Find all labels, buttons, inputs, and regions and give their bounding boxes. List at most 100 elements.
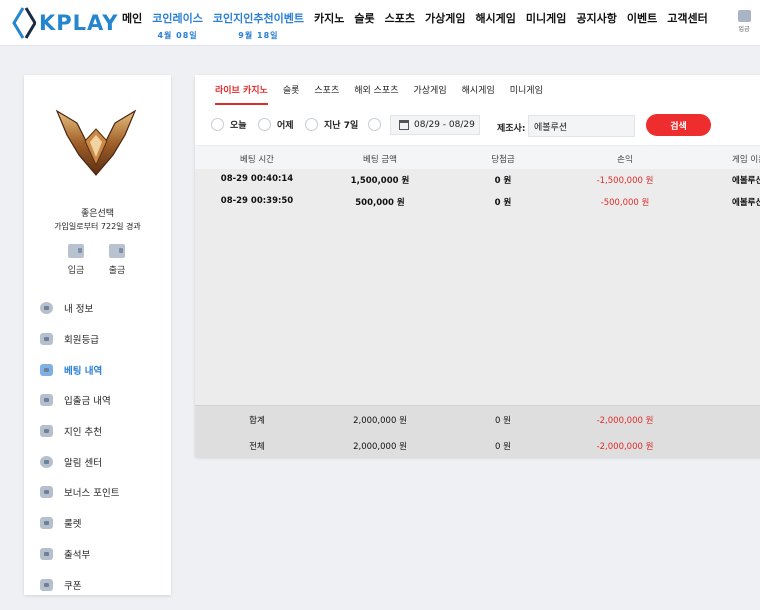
filter-today-radio[interactable]: 오늘 bbox=[211, 118, 247, 131]
sidebar-item-referral[interactable]: 지인 추천 bbox=[40, 416, 119, 447]
nav-customer-center[interactable]: 고객센터 bbox=[667, 11, 707, 27]
table-summary: 합계 2,000,000 원 0 원 -2,000,000 원 전체 2,000… bbox=[195, 405, 760, 457]
total-row: 전체 2,000,000 원 0 원 -2,000,000 원 bbox=[195, 432, 760, 458]
sidebar-item-label: 보너스 포인트 bbox=[64, 485, 119, 499]
sidebar-item-label: 출석부 bbox=[64, 547, 90, 561]
sidebar-item-coupon[interactable]: 쿠폰 bbox=[40, 569, 119, 600]
filter-today-label: 오늘 bbox=[230, 118, 247, 131]
wallet-icon bbox=[109, 244, 125, 258]
summary-profit-loss: -2,000,000 원 bbox=[597, 440, 654, 452]
tab-sports[interactable]: 스포츠 bbox=[314, 85, 339, 105]
game-name: 에볼루션 bbox=[732, 174, 760, 186]
sidebar-item-member-grade[interactable]: 회원등급 bbox=[40, 324, 119, 355]
profit-loss: -1,500,000 원 bbox=[597, 174, 654, 186]
nav-sports[interactable]: 스포츠 bbox=[385, 11, 415, 27]
main-nav: 메인 코인레이스 4월 08일 코인지인추천이벤트 9월 18일 카지노 슬롯 … bbox=[122, 11, 718, 27]
date-range-picker[interactable]: 08/29 - 08/29 bbox=[390, 115, 480, 135]
calendar-icon bbox=[40, 548, 53, 560]
summary-profit-loss: -2,000,000 원 bbox=[597, 414, 654, 426]
nav-slot[interactable]: 슬롯 bbox=[354, 11, 374, 27]
table-body: 08-29 00:40:14 1,500,000 원 0 원 -1,500,00… bbox=[195, 169, 760, 405]
summary-label: 전체 bbox=[249, 440, 265, 452]
tab-hash-game[interactable]: 해시게임 bbox=[462, 85, 495, 105]
filter-yesterday-label: 어제 bbox=[277, 118, 294, 131]
sidebar-deposit-button[interactable]: 입금 bbox=[61, 244, 91, 276]
radio-circle bbox=[305, 118, 318, 131]
filter-last7-radio[interactable]: 지난 7일 bbox=[305, 118, 358, 131]
sidebar-item-label: 내 정보 bbox=[64, 301, 93, 315]
filter-last7-label: 지난 7일 bbox=[324, 118, 358, 131]
nav-mini-game[interactable]: 미니게임 bbox=[526, 11, 566, 27]
sidebar-deposit-label: 입금 bbox=[61, 263, 91, 276]
summary-label: 합계 bbox=[249, 414, 265, 426]
sidebar-item-label: 쿠폰 bbox=[64, 578, 81, 592]
sidebar-item-bonus-points[interactable]: 보너스 포인트 bbox=[40, 477, 119, 508]
tab-virtual-game[interactable]: 가상게임 bbox=[414, 85, 447, 105]
rank-emblem-icon bbox=[55, 105, 137, 177]
filter-bar: 오늘 어제 지난 7일 08/29 - 08/29 제조사: 검색 bbox=[195, 113, 760, 145]
table-row[interactable]: 08-29 00:40:14 1,500,000 원 0 원 -1,500,00… bbox=[195, 169, 760, 191]
betting-history-panel: 라이브 카지노 슬롯 스포츠 해외 스포츠 가상게임 해시게임 미니게임 오늘 … bbox=[195, 75, 760, 457]
tab-live-casino[interactable]: 라이브 카지노 bbox=[215, 85, 268, 105]
sidebar-item-label: 지인 추천 bbox=[64, 424, 102, 438]
username: 좋은선택 bbox=[24, 206, 171, 219]
sidebar-menu: 내 정보 회원등급 베팅 내역 입출금 내역 지인 추천 알림 센터 보너스 포… bbox=[40, 293, 119, 600]
summary-win-amount: 0 원 bbox=[495, 440, 511, 452]
game-tabs: 라이브 카지노 슬롯 스포츠 해외 스포츠 가상게임 해시게임 미니게임 bbox=[215, 85, 558, 105]
summary-win-amount: 0 원 bbox=[495, 414, 511, 426]
nav-coin-race[interactable]: 코인레이스 4월 08일 bbox=[152, 11, 203, 27]
table-row[interactable]: 08-29 00:39:50 500,000 원 0 원 -500,000 원 … bbox=[195, 191, 760, 213]
chat-icon bbox=[40, 456, 53, 468]
sidebar-item-label: 회원등급 bbox=[64, 332, 99, 346]
sidebar-item-transactions[interactable]: 입출금 내역 bbox=[40, 385, 119, 416]
nav-main[interactable]: 메인 bbox=[122, 11, 142, 27]
nav-referral-event[interactable]: 코인지인추천이벤트 9월 18일 bbox=[213, 11, 304, 27]
document-icon bbox=[40, 364, 53, 376]
sidebar-item-roulette[interactable]: 룰렛 bbox=[40, 508, 119, 539]
tab-mini-game[interactable]: 미니게임 bbox=[510, 85, 543, 105]
sidebar-item-attendance[interactable]: 출석부 bbox=[40, 539, 119, 570]
top-navigation-bar: KPLAY 메인 코인레이스 4월 08일 코인지인추천이벤트 9월 18일 카… bbox=[0, 0, 760, 46]
sidebar-withdraw-label: 출금 bbox=[102, 263, 132, 276]
game-name: 에볼루션 bbox=[732, 196, 760, 208]
nav-virtual-game[interactable]: 가상게임 bbox=[425, 11, 465, 27]
kplay-logo[interactable]: KPLAY bbox=[12, 6, 119, 40]
provider-input[interactable] bbox=[528, 115, 635, 137]
subtotal-row: 합계 2,000,000 원 0 원 -2,000,000 원 bbox=[195, 406, 760, 432]
filter-custom-radio[interactable] bbox=[368, 118, 387, 131]
bet-amount: 1,500,000 원 bbox=[351, 174, 410, 186]
shield-icon bbox=[40, 333, 53, 345]
sidebar-item-my-info[interactable]: 내 정보 bbox=[40, 293, 119, 324]
summary-bet-amount: 2,000,000 원 bbox=[353, 440, 407, 452]
tab-slot[interactable]: 슬롯 bbox=[283, 85, 300, 105]
search-button[interactable]: 검색 bbox=[646, 114, 711, 136]
win-amount: 0 원 bbox=[495, 196, 512, 208]
sidebar-item-label: 룰렛 bbox=[64, 516, 81, 530]
sidebar-item-notifications[interactable]: 알림 센터 bbox=[40, 446, 119, 477]
provider-label: 제조사: bbox=[497, 121, 525, 134]
radio-circle bbox=[368, 118, 381, 131]
nav-event[interactable]: 이벤트 bbox=[627, 11, 657, 27]
nav-casino[interactable]: 카지노 bbox=[314, 11, 344, 27]
sidebar-withdraw-button[interactable]: 출금 bbox=[102, 244, 132, 276]
nav-coin-race-date: 4월 08일 bbox=[152, 28, 203, 44]
logo-text: KPLAY bbox=[39, 11, 119, 35]
sidebar-item-betting-history[interactable]: 베팅 내역 bbox=[40, 354, 119, 385]
profit-loss: -500,000 원 bbox=[601, 196, 650, 208]
nav-notice[interactable]: 공지사항 bbox=[576, 11, 616, 27]
bet-amount: 500,000 원 bbox=[355, 196, 405, 208]
profile-sidebar: 좋은선택 가입일로부터 722일 경과 입금 출금 내 정보 회원등급 베팅 내… bbox=[24, 75, 171, 595]
calendar-icon bbox=[399, 120, 409, 130]
top-deposit-label: 입금 bbox=[735, 24, 753, 33]
wallet-icon bbox=[738, 10, 751, 22]
logo-chevron-icon bbox=[12, 6, 36, 40]
joined-days: 가입일로부터 722일 경과 bbox=[24, 221, 171, 232]
date-range-value: 08/29 - 08/29 bbox=[414, 120, 475, 130]
top-deposit-button[interactable]: 입금 bbox=[735, 10, 753, 33]
bet-time: 08-29 00:39:50 bbox=[221, 196, 293, 206]
filter-yesterday-radio[interactable]: 어제 bbox=[258, 118, 294, 131]
tab-overseas-sports[interactable]: 해외 스포츠 bbox=[354, 85, 398, 105]
table-header: 베팅 시간 베팅 금액 당첨금 손익 게임 이름 bbox=[195, 145, 760, 169]
nav-hash-game[interactable]: 해시게임 bbox=[475, 11, 515, 27]
wallet-icon bbox=[40, 486, 53, 498]
